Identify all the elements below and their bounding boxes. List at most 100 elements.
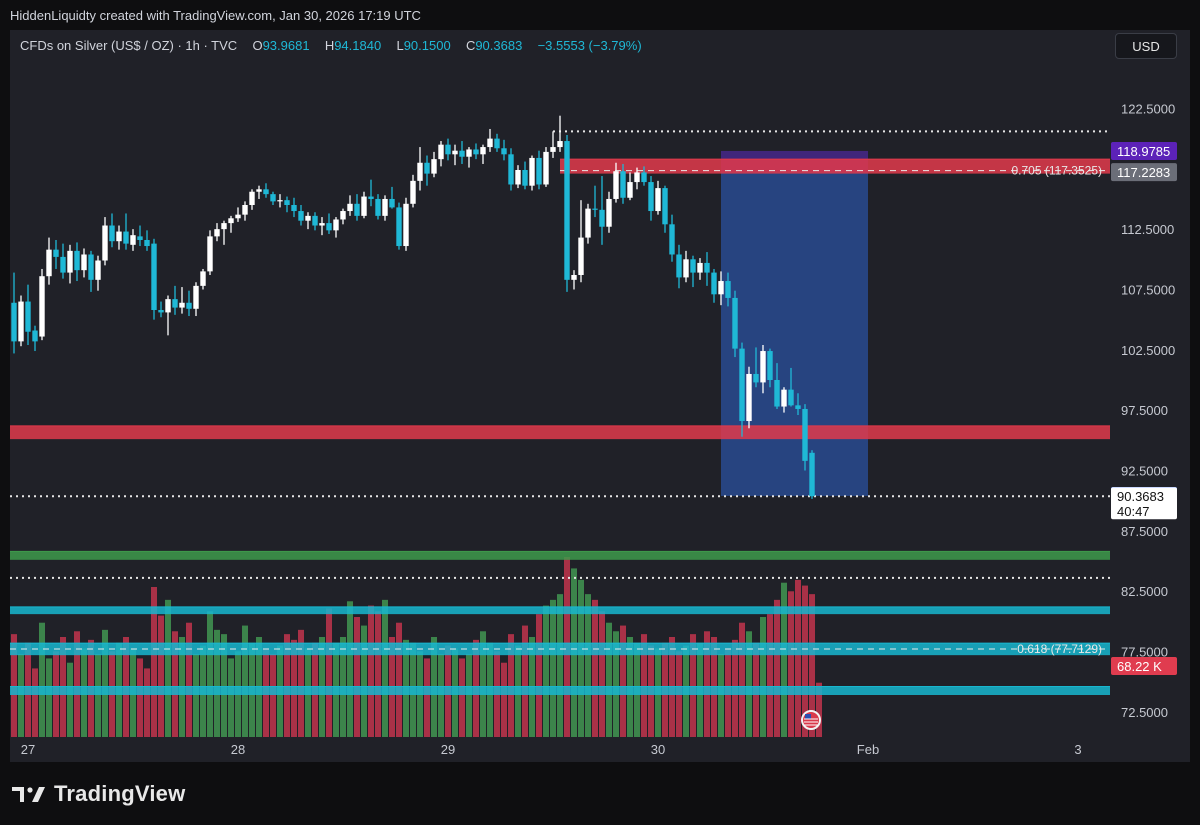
volume-bar [46, 658, 52, 737]
candle-body [207, 236, 213, 272]
candle-body [571, 275, 577, 280]
volume-bar [242, 625, 248, 737]
candle-body [655, 188, 661, 212]
candle-body [144, 240, 150, 247]
volume-bar [760, 617, 766, 737]
candle-body [298, 211, 304, 221]
currency-button[interactable]: USD [1115, 33, 1177, 59]
candle-body [648, 182, 654, 212]
symbol-legend: CFDs on Silver (US$ / OZ) · 1h · TVC O93… [20, 38, 642, 53]
candle-body [74, 250, 80, 271]
volume-bar [382, 599, 388, 737]
candle-body [235, 214, 241, 219]
fib-level-label: 0.705 (117.3525) [1011, 164, 1102, 178]
us-flag-event-icon [801, 710, 821, 730]
candle-body [396, 207, 402, 247]
candle-body [487, 138, 493, 148]
candle-body [340, 211, 346, 220]
volume-bar [396, 622, 402, 737]
y-axis-tick-label: 112.5000 [1121, 222, 1174, 237]
candle-body [767, 351, 773, 380]
cyan-level-band [10, 606, 1110, 615]
price-axis-label: 90.3683 [1117, 489, 1164, 504]
candle-body [361, 196, 367, 216]
candle-body [39, 276, 45, 337]
close-value: 90.3683 [475, 38, 523, 53]
candle-body [683, 259, 689, 278]
volume-bar [739, 622, 745, 737]
candle-body [543, 151, 549, 185]
tradingview-wordmark: TradingView [54, 781, 186, 806]
volume-bar [459, 658, 465, 737]
price-chart[interactable]: 0.705 (117.3525) 0.618 (77.7129) 122.5000 1… [10, 30, 1190, 762]
x-axis-tick-label: Feb [857, 742, 879, 757]
volume-bar [438, 654, 444, 737]
price-axis-label: 117.2283 [1117, 165, 1170, 180]
tradingview-branding[interactable]: TradingView [12, 780, 185, 808]
candle-body [417, 162, 423, 181]
x-axis-tick-label: 27 [21, 742, 35, 757]
volume-bar [228, 658, 234, 737]
candle-body [795, 405, 801, 409]
volume-bar [466, 654, 472, 737]
candle-body [781, 389, 787, 407]
volume-bar [599, 611, 605, 737]
bar-countdown-label: 40:47 [1117, 504, 1150, 519]
candle-body [53, 249, 59, 257]
volume-bar [158, 615, 164, 737]
volume-bar [781, 582, 787, 737]
candle-body [473, 149, 479, 155]
x-axis-tick-label: 29 [441, 742, 455, 757]
candle-body [312, 215, 318, 226]
candle-body [326, 223, 332, 231]
candle-body [424, 162, 430, 174]
open-value: 93.9681 [262, 38, 310, 53]
candle-body [291, 205, 297, 212]
candle-body [46, 249, 52, 277]
candle-body [158, 310, 164, 313]
y-axis-tick-label: 122.5000 [1121, 101, 1175, 116]
candle-body [725, 281, 731, 298]
candle-body [228, 218, 234, 224]
candle-body [760, 351, 766, 383]
candle-body [599, 209, 605, 227]
volume-bar [375, 611, 381, 737]
high-value: 94.1840 [334, 38, 382, 53]
symbol-name[interactable]: CFDs on Silver (US$ / OZ) · 1h · TVC [20, 38, 237, 53]
candle-body [592, 208, 598, 210]
chart-attribution: HiddenLiquidty created with TradingView.… [10, 8, 421, 23]
x-axis-tick-label: 3 [1074, 742, 1081, 757]
volume-bar [347, 601, 353, 737]
candle-body [802, 408, 808, 461]
y-axis-tick-label: 72.5000 [1121, 705, 1168, 720]
candle-body [704, 262, 710, 273]
candle-body [627, 182, 633, 198]
candle-body [564, 141, 570, 280]
candle-body [256, 189, 262, 192]
candle-body [60, 256, 66, 273]
candle-body [249, 191, 255, 205]
volume-bar [32, 668, 38, 737]
candle-body [375, 198, 381, 216]
candle-body [193, 285, 199, 309]
price-axis-label: 118.9785 [1117, 144, 1170, 159]
candle-body [732, 297, 738, 349]
candle-body [270, 194, 276, 202]
volume-bar [592, 599, 598, 737]
volume-bar [207, 611, 213, 737]
candle-body [690, 259, 696, 273]
candle-body [242, 205, 248, 215]
candle-body [466, 149, 472, 157]
candle-body [25, 301, 31, 332]
candle-body [277, 200, 283, 202]
candle-body [214, 229, 220, 237]
cyan-level-band [10, 686, 1110, 695]
candle-body [578, 237, 584, 275]
volume-bar [270, 654, 276, 737]
chart-panel[interactable]: 0.705 (117.3525) 0.618 (77.7129) 122.5000 1… [10, 30, 1190, 762]
volume-bar [67, 662, 73, 737]
candle-body [221, 223, 227, 230]
candle-body [753, 373, 759, 383]
volume-bar [193, 654, 199, 737]
candle-body [452, 150, 458, 155]
